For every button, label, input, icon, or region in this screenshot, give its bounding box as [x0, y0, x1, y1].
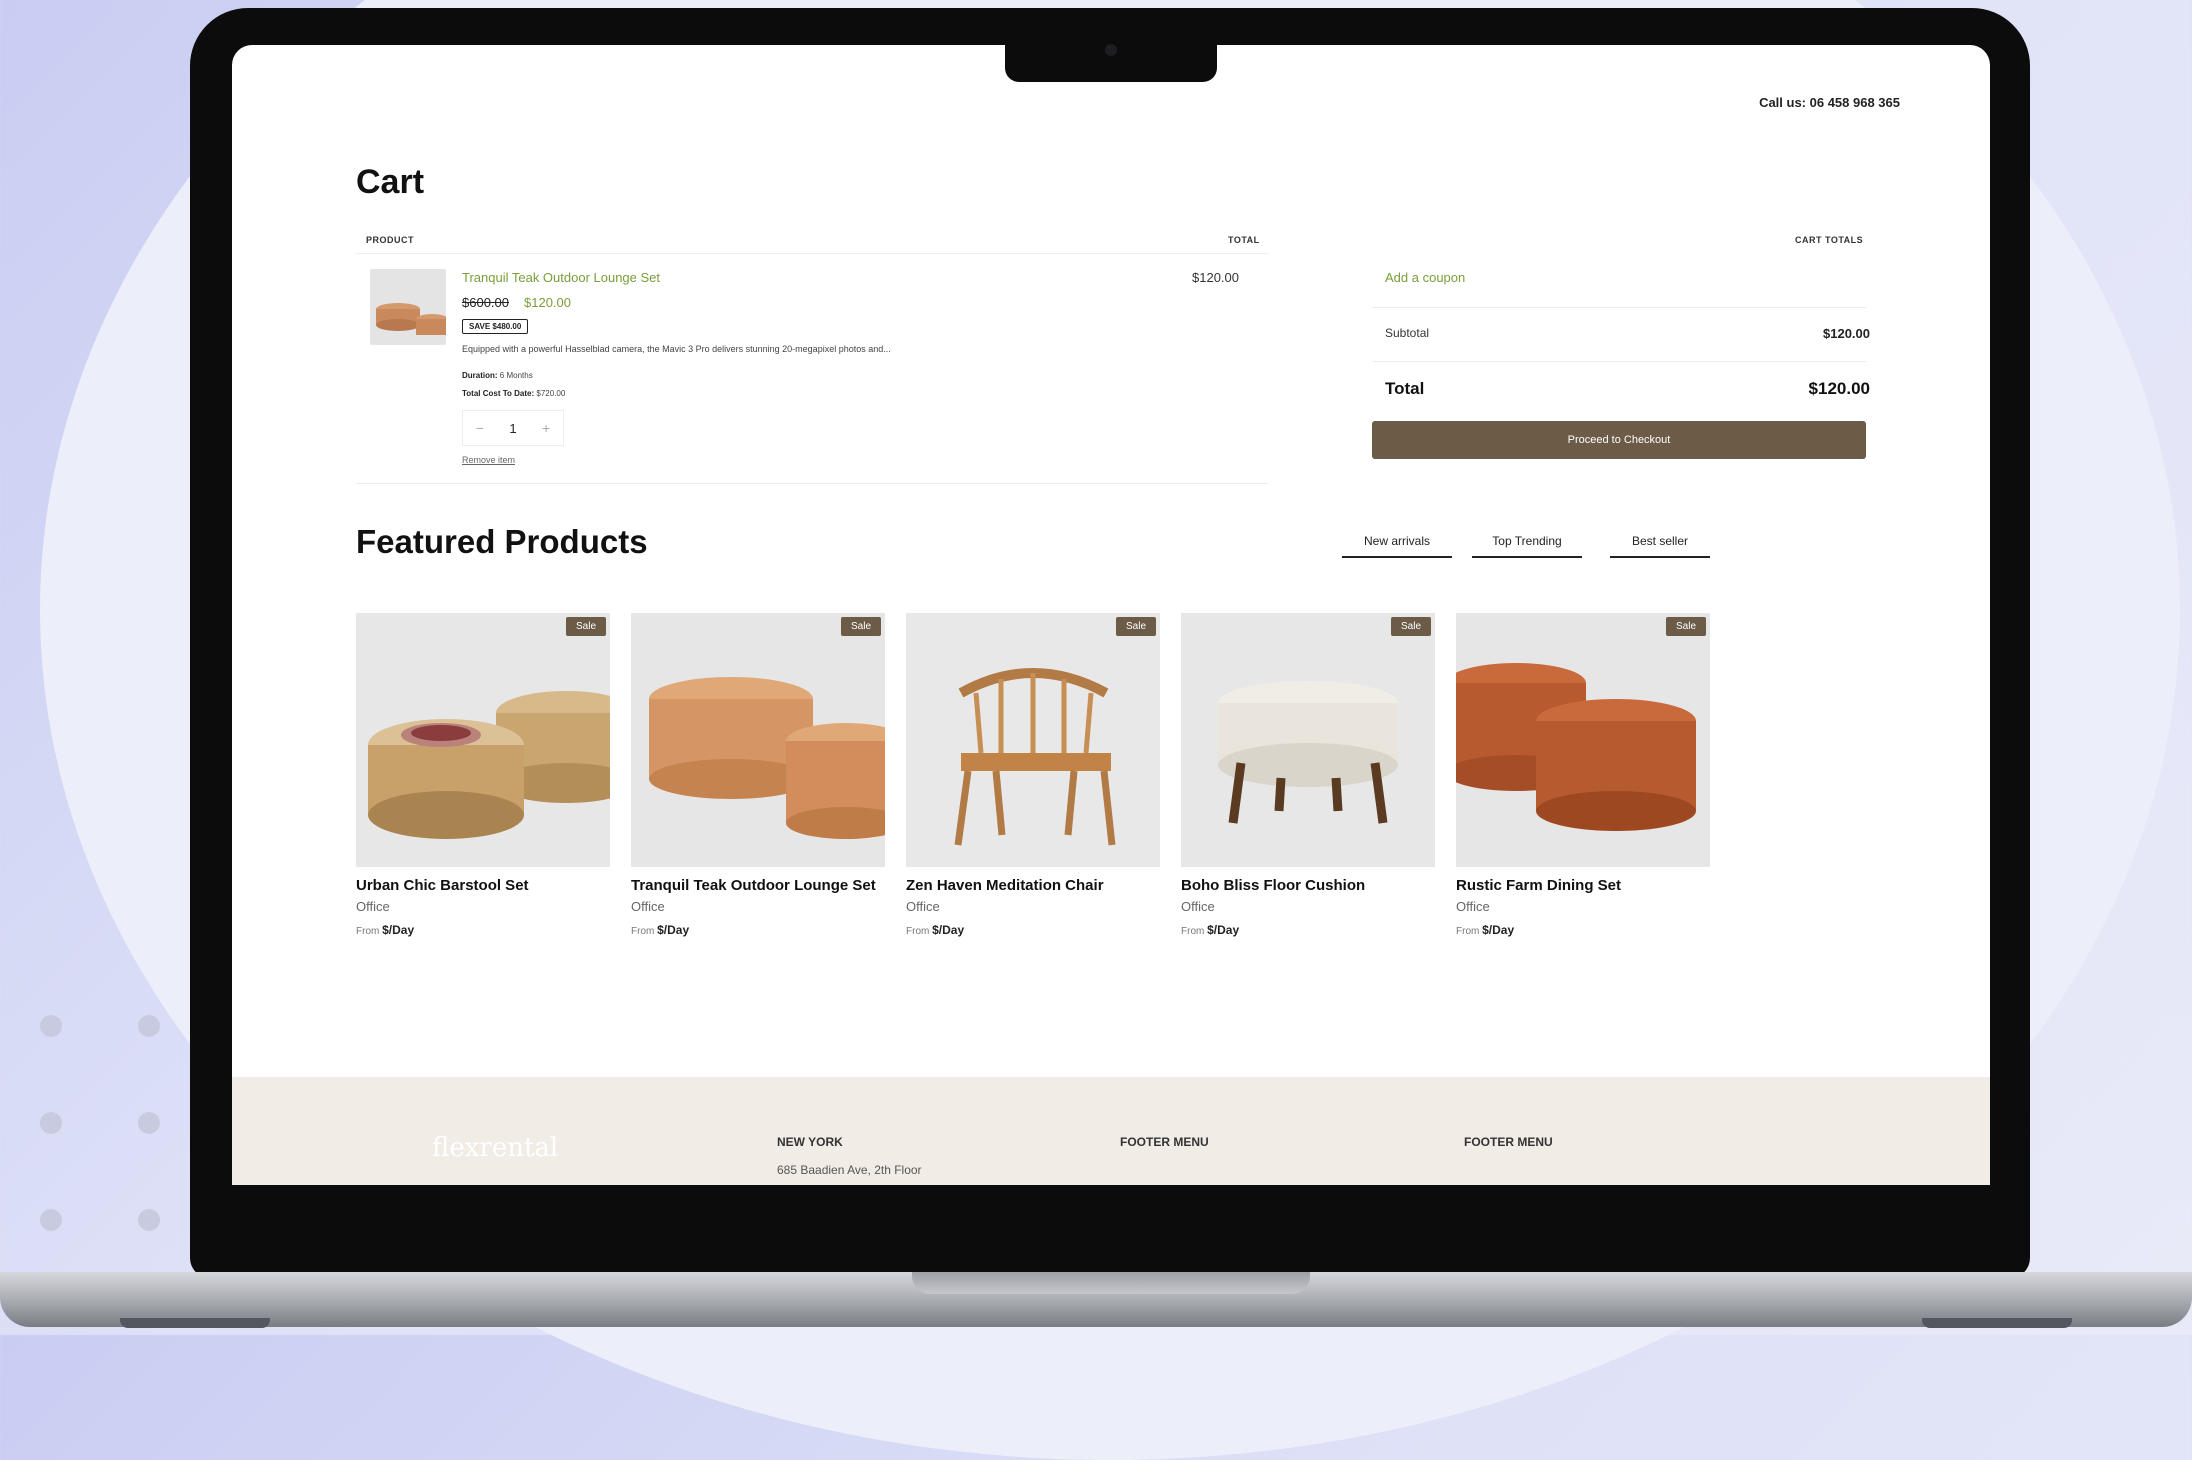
subtotal-label: Subtotal — [1385, 326, 1430, 340]
laptop-screen: Call us: 06 458 968 365 Cart PRODUCT TOT… — [232, 45, 1990, 1185]
product-column-header: PRODUCT — [366, 235, 414, 245]
sale-badge: Sale — [565, 617, 606, 636]
cart-item-new-price: $120.00 — [524, 295, 571, 310]
tab-top-trending[interactable]: Top Trending — [1472, 528, 1582, 558]
divider — [1372, 307, 1866, 308]
footer-menu-title: FOOTER MENU — [1464, 1135, 1553, 1149]
total-cost-line: Total Cost To Date: $720.00 — [462, 389, 565, 398]
footer-menu-title: FOOTER MENU — [1120, 1135, 1209, 1149]
product-category: Office — [1456, 899, 1490, 914]
tab-new-arrivals[interactable]: New arrivals — [1342, 528, 1452, 558]
total-column-header: TOTAL — [1228, 235, 1260, 245]
sale-badge: Sale — [840, 617, 881, 636]
sale-badge: Sale — [1115, 617, 1156, 636]
product-category: Office — [631, 899, 665, 914]
product-category: Office — [356, 899, 390, 914]
product-card[interactable]: Sale Boho Bliss Floor Cushion Office Fro… — [1181, 613, 1435, 937]
footer-address: 685 Baadien Ave, 2th Floor — [777, 1163, 922, 1177]
total-cost-value: $720.00 — [536, 389, 566, 398]
total-cost-label: Total Cost To Date: — [462, 389, 535, 398]
subtotal-value: $120.00 — [1823, 326, 1870, 341]
camera-icon — [1105, 44, 1117, 56]
tab-best-seller[interactable]: Best seller — [1610, 528, 1710, 558]
product-category: Office — [1181, 899, 1215, 914]
duration-label: Duration: — [462, 371, 498, 380]
footer-col-new-york: NEW YORK — [777, 1135, 843, 1149]
footer-logo[interactable]: flexrental — [432, 1133, 558, 1163]
cart-item-total: $120.00 — [1192, 270, 1239, 285]
product-name[interactable]: Zen Haven Meditation Chair — [906, 877, 1160, 894]
site-footer — [232, 1077, 1990, 1185]
total-label: Total — [1385, 379, 1425, 398]
sale-badge: Sale — [1665, 617, 1706, 636]
product-name[interactable]: Tranquil Teak Outdoor Lounge Set — [631, 877, 885, 894]
product-price: From $/Day — [906, 923, 965, 937]
product-name[interactable]: Rustic Farm Dining Set — [1456, 877, 1710, 894]
product-card[interactable]: Sale Zen Haven Meditation Chair Office F… — [906, 613, 1160, 937]
cart-totals-heading: CART TOTALS — [1795, 235, 1864, 245]
product-price: From $/Day — [356, 923, 415, 937]
remove-item-link[interactable]: Remove item — [462, 455, 515, 465]
save-badge: SAVE $480.00 — [462, 319, 529, 334]
sale-badge: Sale — [1390, 617, 1431, 636]
laptop-foot — [120, 1318, 270, 1328]
divider — [356, 483, 1268, 484]
product-image[interactable]: Sale — [1456, 613, 1710, 867]
cart-item-name[interactable]: Tranquil Teak Outdoor Lounge Set — [462, 270, 660, 285]
call-us-text[interactable]: Call us: 06 458 968 365 — [1759, 95, 1900, 110]
duration-value: 6 Months — [499, 371, 533, 380]
divider — [1372, 361, 1866, 362]
product-image[interactable]: Sale — [906, 613, 1160, 867]
laptop-foot — [1922, 1318, 2072, 1328]
product-price: From $/Day — [1181, 923, 1240, 937]
product-image[interactable]: Sale — [1181, 613, 1435, 867]
divider — [356, 253, 1268, 254]
quantity-stepper[interactable]: − 1 + — [462, 410, 564, 446]
product-card[interactable]: Sale Tranquil Teak Outdoor Lounge Set Of… — [631, 613, 885, 937]
increase-button[interactable]: + — [542, 420, 550, 436]
product-price: From $/Day — [1456, 923, 1515, 937]
product-card[interactable]: Sale Rustic Farm Dining Set Office From … — [1456, 613, 1710, 937]
product-category: Office — [906, 899, 940, 914]
laptop-lid-notch — [912, 1272, 1310, 1294]
product-price: From $/Day — [631, 923, 690, 937]
product-name[interactable]: Boho Bliss Floor Cushion — [1181, 877, 1435, 894]
product-image[interactable]: Sale — [356, 613, 610, 867]
cart-item-description: Equipped with a powerful Hasselblad came… — [462, 344, 891, 354]
featured-products-title: Featured Products — [356, 523, 648, 560]
duration-line: Duration: 6 Months — [462, 371, 533, 380]
cart-title: Cart — [356, 163, 425, 201]
decrease-button[interactable]: − — [476, 420, 484, 436]
proceed-to-checkout-button[interactable]: Proceed to Checkout — [1372, 421, 1866, 459]
product-name[interactable]: Urban Chic Barstool Set — [356, 877, 610, 894]
product-image[interactable]: Sale — [631, 613, 885, 867]
product-card[interactable]: Sale Urban Chic Barstool Set Office From… — [356, 613, 610, 937]
quantity-value[interactable]: 1 — [509, 421, 516, 436]
cart-item-thumbnail[interactable] — [370, 269, 446, 345]
add-coupon-link[interactable]: Add a coupon — [1385, 270, 1465, 285]
total-value: $120.00 — [1808, 379, 1870, 398]
cart-item-old-price: $600.00 — [462, 295, 509, 310]
